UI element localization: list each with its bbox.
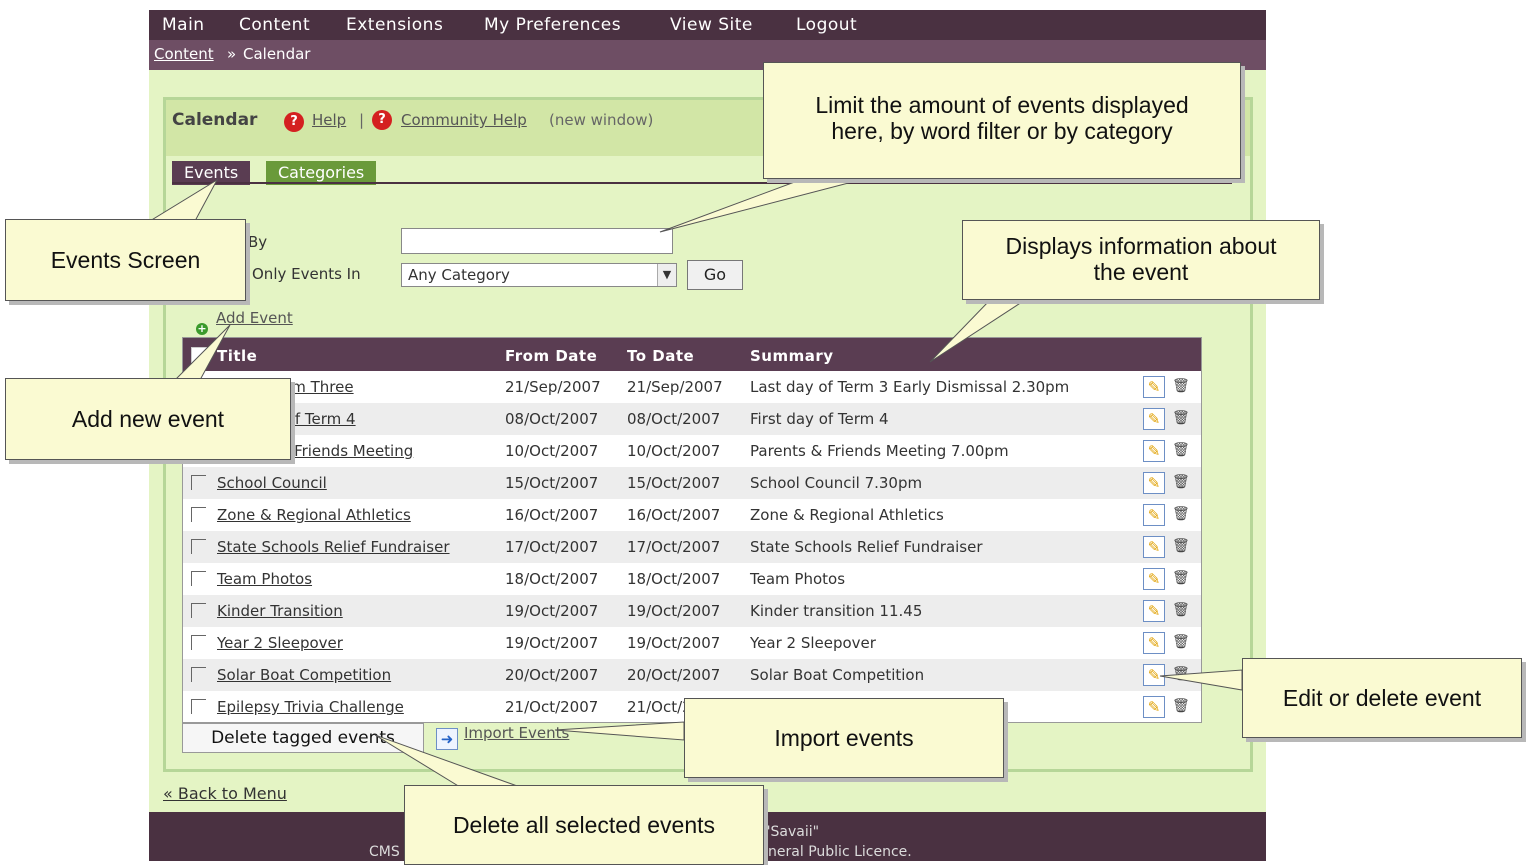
callout-edit-delete-event: Edit or delete event [1242, 658, 1522, 738]
callout-displays-info: Displays information about the event [962, 220, 1320, 300]
pointer-import-events [554, 721, 685, 741]
pointer-displays-info [929, 299, 1027, 363]
pointer-edit-delete [1159, 669, 1243, 691]
pointer-limit-events [659, 179, 861, 233]
pointer-add-new-event [173, 324, 231, 381]
pointer-delete-selected [374, 734, 521, 788]
callout-import-events: Import events [684, 698, 1004, 778]
callout-delete-selected-events: Delete all selected events [404, 785, 764, 865]
callout-limit-events: Limit the amount of events displayed her… [763, 62, 1241, 179]
pointer-events-screen [148, 178, 219, 222]
callout-add-new-event: Add new event [5, 378, 291, 460]
callout-events-screen: Events Screen [5, 219, 246, 301]
